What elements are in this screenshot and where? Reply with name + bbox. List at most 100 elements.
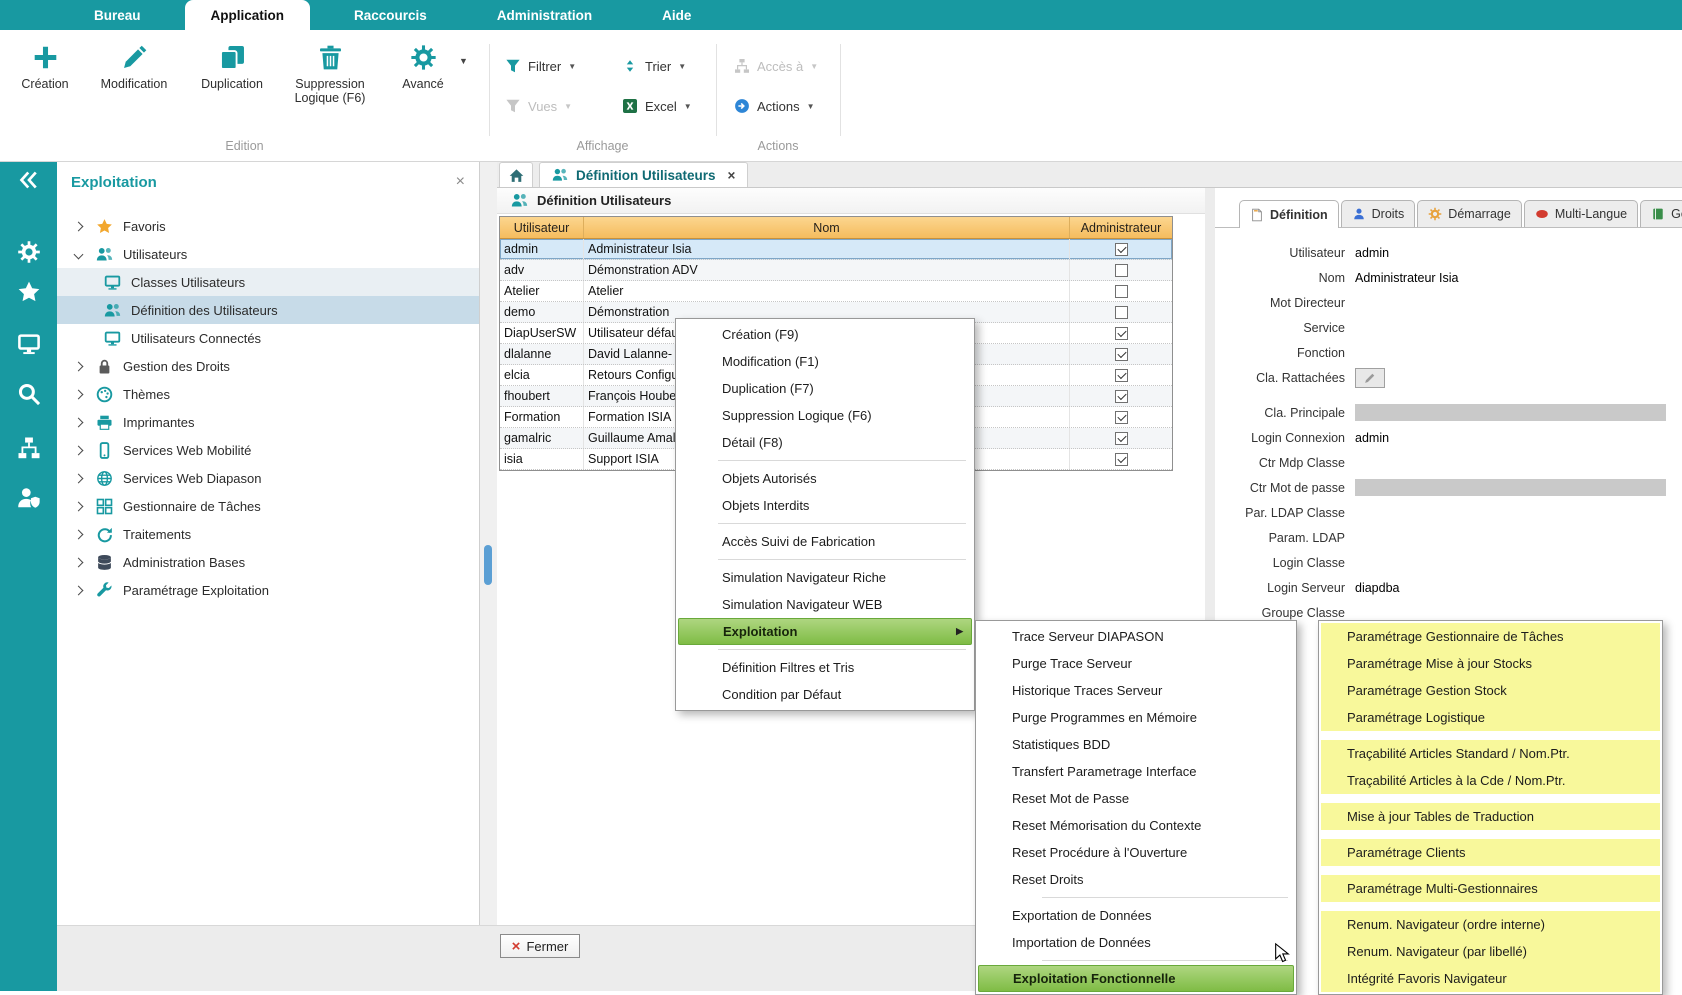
avance-dropdown-icon[interactable]: ▼ <box>459 56 468 66</box>
context-menu-item[interactable]: Exploitation ▶ <box>678 618 972 645</box>
field-value[interactable]: admin <box>1355 246 1389 260</box>
top-menu-item[interactable]: Raccourcis <box>328 0 453 30</box>
top-menu-item[interactable]: Aide <box>636 0 717 30</box>
context-menu-item[interactable]: Suppression Logique (F6) ▶ <box>678 402 972 429</box>
actions-button[interactable]: Actions ▼ <box>726 92 823 120</box>
submenu-item[interactable]: Trace Serveur DIAPASON ▶ <box>978 623 1294 650</box>
sidebar-icon-button[interactable] <box>0 240 57 264</box>
tab-definition-utilisateurs[interactable]: Définition Utilisateurs × <box>539 162 748 187</box>
field-value[interactable]: diapdba <box>1355 581 1400 595</box>
expand-chevron-icon[interactable] <box>74 557 84 567</box>
top-menu-item[interactable]: Administration <box>471 0 618 30</box>
nav-item[interactable]: Gestion des Droits <box>57 352 479 380</box>
detail-tab[interactable]: Démarrage <box>1417 200 1522 227</box>
excel-button[interactable]: Excel ▼ <box>614 92 700 120</box>
trier-button[interactable]: Trier ▼ <box>614 52 694 80</box>
admin-checkbox[interactable] <box>1115 369 1128 382</box>
tab-close-icon[interactable]: × <box>728 168 736 183</box>
context-menu-item[interactable]: Objets Autorisés ▶ <box>678 465 972 492</box>
splitter-handle[interactable] <box>484 545 492 585</box>
nav-item[interactable]: Paramétrage Exploitation <box>57 576 479 604</box>
nav-item[interactable]: Utilisateurs <box>57 240 479 268</box>
context-menu-item[interactable]: Simulation Navigateur Riche ▶ <box>678 564 972 591</box>
field-value[interactable]: Administrateur Isia <box>1355 271 1459 285</box>
cla-rattachees-button[interactable] <box>1355 368 1385 388</box>
submenu-item[interactable]: Exportation de Données ▶ <box>978 902 1294 929</box>
nav-item[interactable]: Services Web Diapason <box>57 464 479 492</box>
expand-chevron-icon[interactable] <box>74 445 84 455</box>
context-menu-item[interactable]: Duplication (F7) ▶ <box>678 375 972 402</box>
submenu-item[interactable]: Reset Mémorisation du Contexte ▶ <box>978 812 1294 839</box>
nav-item[interactable]: Utilisateurs Connectés <box>57 324 479 352</box>
admin-checkbox[interactable] <box>1115 432 1128 445</box>
table-row[interactable]: adv Démonstration ADV <box>500 260 1172 281</box>
expand-chevron-icon[interactable] <box>74 389 84 399</box>
submenu-item[interactable]: Paramétrage Gestion Stock ▶ <box>1321 677 1660 704</box>
admin-checkbox[interactable] <box>1115 348 1128 361</box>
context-menu-item[interactable]: Modification (F1) ▶ <box>678 348 972 375</box>
table-row[interactable]: Atelier Atelier <box>500 281 1172 302</box>
detail-tab[interactable]: Droits <box>1341 200 1416 227</box>
detail-tab[interactable]: Gestion <box>1640 200 1682 227</box>
nav-item[interactable]: Administration Bases <box>57 548 479 576</box>
sidebar-icon-button[interactable] <box>0 486 57 510</box>
expand-chevron-icon[interactable] <box>74 501 84 511</box>
submenu-item[interactable]: Statistiques BDD ▶ <box>978 731 1294 758</box>
submenu-item[interactable]: Transfert Parametrage Interface ▶ <box>978 758 1294 785</box>
sidebar-icon-button[interactable] <box>0 332 57 356</box>
filtrer-button[interactable]: Filtrer ▼ <box>497 52 584 80</box>
submenu-item[interactable]: Paramétrage Logistique ▶ <box>1321 704 1660 731</box>
submenu-item[interactable]: Paramétrage Clients ▶ <box>1321 839 1660 866</box>
expand-chevron-icon[interactable] <box>74 249 84 259</box>
suppression-logique-button[interactable]: Suppression Logique (F6) <box>280 40 380 106</box>
modification-button[interactable]: Modification <box>88 40 180 91</box>
submenu-item[interactable]: Traçabilité Articles à la Cde / Nom.Ptr.… <box>1321 767 1660 794</box>
context-menu-item[interactable]: Simulation Navigateur WEB ▶ <box>678 591 972 618</box>
expand-chevron-icon[interactable] <box>74 361 84 371</box>
nav-item[interactable]: Traitements <box>57 520 479 548</box>
nav-item[interactable]: Définition des Utilisateurs <box>57 296 479 324</box>
submenu-item[interactable]: Purge Trace Serveur ▶ <box>978 650 1294 677</box>
submenu-item[interactable]: Reset Droits ▶ <box>978 866 1294 893</box>
duplication-button[interactable]: Duplication <box>188 40 276 91</box>
panel-splitter[interactable] <box>480 162 497 991</box>
detail-tab[interactable]: Définition <box>1239 200 1339 228</box>
admin-checkbox[interactable] <box>1115 390 1128 403</box>
nav-item[interactable]: Classes Utilisateurs <box>57 268 479 296</box>
submenu-item[interactable]: Paramétrage Gestionnaire de Tâches ▶ <box>1321 623 1660 650</box>
nav-item[interactable]: Imprimantes <box>57 408 479 436</box>
admin-checkbox[interactable] <box>1115 264 1128 277</box>
context-menu-item[interactable]: Condition par Défaut ▶ <box>678 681 972 708</box>
column-header[interactable]: Nom <box>584 217 1070 238</box>
fermer-button[interactable]: × Fermer <box>500 934 580 958</box>
admin-checkbox[interactable] <box>1115 453 1128 466</box>
avance-button[interactable]: Avancé <box>390 40 456 91</box>
submenu-item[interactable]: Mise à jour Tables de Traduction ▶ <box>1321 803 1660 830</box>
sidebar-icon-button[interactable] <box>0 280 57 304</box>
submenu-item[interactable]: Traçabilité Articles Standard / Nom.Ptr.… <box>1321 740 1660 767</box>
expand-chevron-icon[interactable] <box>74 221 84 231</box>
submenu-item[interactable]: Importation de Données ▶ <box>978 929 1294 956</box>
submenu-item[interactable]: Purge Programmes en Mémoire ▶ <box>978 704 1294 731</box>
admin-checkbox[interactable] <box>1115 327 1128 340</box>
sidebar-icon-button[interactable] <box>0 382 57 406</box>
submenu-item[interactable]: Reset Procédure à l'Ouverture ▶ <box>978 839 1294 866</box>
column-header[interactable]: Utilisateur <box>500 217 584 238</box>
nav-item[interactable]: Services Web Mobilité <box>57 436 479 464</box>
submenu-item[interactable]: Renum. Navigateur (par libellé) ▶ <box>1321 938 1660 965</box>
context-menu-item[interactable]: Détail (F8) ▶ <box>678 429 972 456</box>
submenu-item[interactable]: Paramétrage Mise à jour Stocks ▶ <box>1321 650 1660 677</box>
admin-checkbox[interactable] <box>1115 306 1128 319</box>
context-menu-item[interactable]: Accès Suivi de Fabrication ▶ <box>678 528 972 555</box>
expand-chevron-icon[interactable] <box>74 585 84 595</box>
context-menu-item[interactable]: Création (F9) ▶ <box>678 321 972 348</box>
top-menu-item[interactable]: Bureau <box>68 0 167 30</box>
expand-chevron-icon[interactable] <box>74 529 84 539</box>
top-menu-item[interactable]: Application <box>185 0 311 30</box>
admin-checkbox[interactable] <box>1115 411 1128 424</box>
creation-button[interactable]: Création <box>8 40 82 91</box>
detail-tab[interactable]: Multi-Langue <box>1524 200 1638 227</box>
submenu-item[interactable]: Exploitation Fonctionnelle ▶ <box>978 965 1294 992</box>
expand-chevron-icon[interactable] <box>74 417 84 427</box>
table-row[interactable]: admin Administrateur Isia <box>500 239 1172 260</box>
